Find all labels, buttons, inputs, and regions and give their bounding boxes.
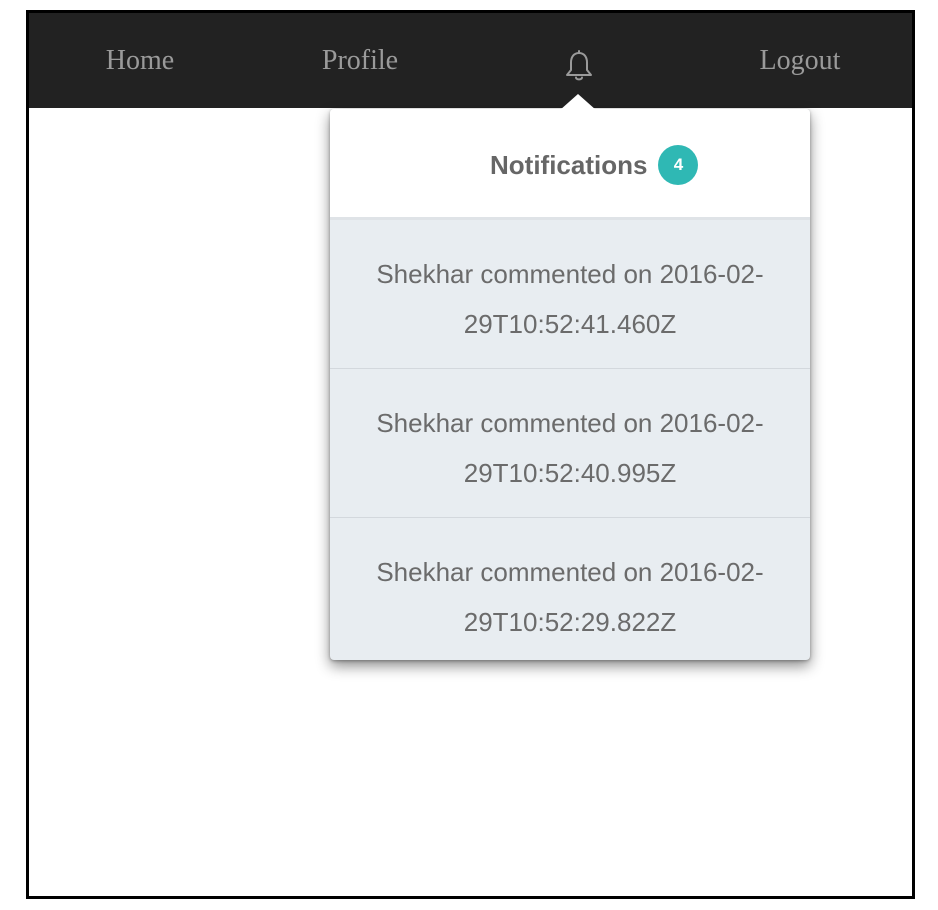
notifications-header: Notifications 4: [330, 109, 810, 220]
notification-text-line1: Shekhar commented on 2016-02-: [376, 259, 764, 289]
bell-icon[interactable]: [564, 50, 594, 84]
notification-text-line2: 29T10:52:41.460Z: [463, 309, 677, 339]
notifications-list: Shekhar commented on 2016-02- 29T10:52:4…: [330, 220, 810, 658]
nav-home-link[interactable]: Home: [106, 43, 174, 79]
notification-item[interactable]: Shekhar commented on 2016-02- 29T10:52:4…: [330, 220, 810, 369]
notification-text-line2: 29T10:52:40.995Z: [463, 458, 677, 488]
app-frame: Home Profile Logout Notifications 4 Shek…: [26, 10, 915, 899]
notifications-header-inner: Notifications 4: [490, 145, 699, 185]
notifications-dropdown: Notifications 4 Shekhar commented on 201…: [330, 94, 810, 660]
notifications-count-badge: 4: [658, 145, 699, 185]
nav-profile-link[interactable]: Profile: [322, 43, 398, 79]
notification-text-line1: Shekhar commented on 2016-02-: [376, 408, 764, 438]
top-navbar: Home Profile Logout: [29, 13, 912, 108]
notifications-title: Notifications: [490, 149, 648, 180]
notification-item[interactable]: Shekhar commented on 2016-02- 29T10:52:2…: [330, 518, 810, 658]
notification-text-line1: Shekhar commented on 2016-02-: [376, 557, 764, 587]
bell-icon-graphic: [566, 50, 592, 81]
nav-logout-link[interactable]: Logout: [760, 43, 841, 79]
notification-text-line2: 29T10:52:29.822Z: [463, 607, 677, 637]
dropdown-arrow: [560, 94, 596, 110]
notification-item[interactable]: Shekhar commented on 2016-02- 29T10:52:4…: [330, 369, 810, 518]
